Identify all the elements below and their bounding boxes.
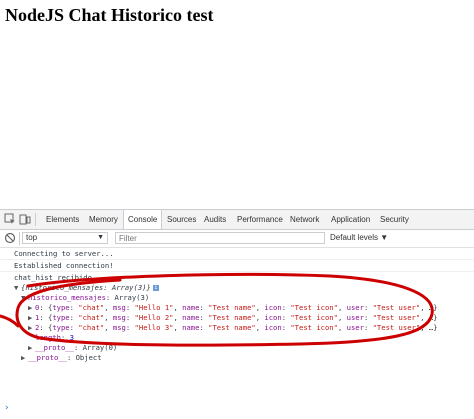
clear-console-icon[interactable]	[4, 232, 16, 244]
tab-network[interactable]: Network	[290, 210, 319, 229]
array-item-row[interactable]: ▶ 0: {type: "chat", msg: "Hello 1", name:…	[28, 303, 438, 313]
item-msg: "Hello 1"	[134, 303, 174, 312]
tab-security[interactable]: Security	[380, 210, 409, 229]
array-value: Array(3)	[114, 293, 150, 302]
item-icon: "Test icon"	[290, 303, 338, 312]
message-divider	[0, 259, 474, 260]
tab-elements[interactable]: Elements	[46, 210, 79, 229]
log-levels-label: Default levels	[330, 233, 379, 242]
tab-console[interactable]: Console	[123, 210, 163, 229]
console-message: Established connection!	[14, 261, 114, 270]
proto-value: Array(0)	[82, 343, 118, 352]
message-divider	[0, 271, 474, 272]
context-value: top	[26, 233, 38, 242]
item-index: 2	[35, 323, 40, 332]
devtools-panel: Elements Memory Console Sources Audits P…	[0, 209, 474, 419]
tab-audits[interactable]: Audits	[204, 210, 226, 229]
tab-memory[interactable]: Memory	[89, 210, 118, 229]
inspect-element-icon[interactable]	[4, 213, 16, 225]
item-index: 1	[35, 313, 40, 322]
proto-value: Object	[75, 353, 102, 362]
item-name: "Test name"	[208, 303, 256, 312]
console-message: chat_hist recibido	[14, 273, 92, 282]
object-summary: {historico_mensajes: Array(3)}	[21, 283, 151, 292]
collapsed-triangle-icon: ▶	[28, 343, 33, 352]
array-item-row[interactable]: ▶ 2: {type: "chat", msg: "Hello 3", name:…	[28, 323, 438, 333]
chevron-down-icon: ▼	[380, 233, 389, 242]
filter-input[interactable]	[115, 232, 325, 244]
log-levels-dropdown[interactable]: Default levels ▼	[330, 232, 388, 244]
collapsed-triangle-icon: ▶	[28, 323, 33, 332]
context-select[interactable]: top ▼	[22, 232, 108, 244]
info-icon: i	[152, 285, 159, 291]
length-row: length: 3	[35, 333, 74, 342]
object-proto-row[interactable]: ▶ __proto__: Object	[21, 353, 102, 363]
item-type: "chat"	[78, 303, 105, 312]
tab-application[interactable]: Application	[331, 210, 370, 229]
array-row[interactable]: ▼ historico_mensajes: Array(3)	[21, 293, 149, 303]
colon: :	[105, 293, 115, 302]
item-icon: "Test icon"	[290, 323, 338, 332]
devtools-tabbar: Elements Memory Console Sources Audits P…	[0, 210, 474, 230]
item-type: "chat"	[78, 313, 105, 322]
chevron-down-icon: ▼	[97, 234, 104, 241]
item-user: "Test user"	[372, 323, 421, 332]
item-msg: "Hello 2"	[134, 313, 174, 322]
collapsed-triangle-icon: ▶	[28, 303, 33, 312]
console-prompt[interactable]: ›	[4, 403, 9, 413]
collapsed-triangle-icon: ▶	[28, 313, 33, 322]
item-name: "Test name"	[208, 313, 256, 322]
tab-sources[interactable]: Sources	[167, 210, 196, 229]
array-item-row[interactable]: ▶ 1: {type: "chat", msg: "Hello 2", name:…	[28, 313, 438, 323]
console-toolbar: top ▼ Default levels ▼	[0, 230, 474, 248]
length-key: length	[35, 333, 61, 342]
device-toolbar-icon[interactable]	[19, 213, 31, 225]
item-icon: "Test icon"	[290, 313, 338, 322]
toolbar-divider	[35, 213, 36, 226]
tab-performance[interactable]: Performance	[237, 210, 283, 229]
item-user: "Test user"	[372, 303, 421, 312]
item-index: 0	[35, 303, 40, 312]
item-msg: "Hello 3"	[134, 323, 174, 332]
console-output[interactable]: Connecting to server... Established conn…	[0, 248, 474, 419]
expand-triangle-icon: ▼	[14, 283, 19, 292]
item-user: "Test user"	[372, 313, 421, 322]
array-key: historico_mensajes	[28, 293, 106, 302]
page-title: NodeJS Chat Historico test	[5, 5, 214, 25]
length-value: 3	[69, 333, 74, 342]
object-summary-row[interactable]: ▼ {historico_mensajes: Array(3)} i	[14, 283, 159, 293]
array-proto-row[interactable]: ▶ __proto__: Array(0)	[28, 343, 117, 353]
item-type: "chat"	[78, 323, 105, 332]
proto-key: __proto__	[28, 353, 67, 362]
proto-key: __proto__	[35, 343, 74, 352]
console-message: Connecting to server...	[14, 249, 114, 258]
expand-triangle-icon: ▼	[21, 293, 26, 302]
item-name: "Test name"	[208, 323, 256, 332]
toolbar-divider	[19, 232, 20, 245]
collapsed-triangle-icon: ▶	[21, 353, 26, 362]
